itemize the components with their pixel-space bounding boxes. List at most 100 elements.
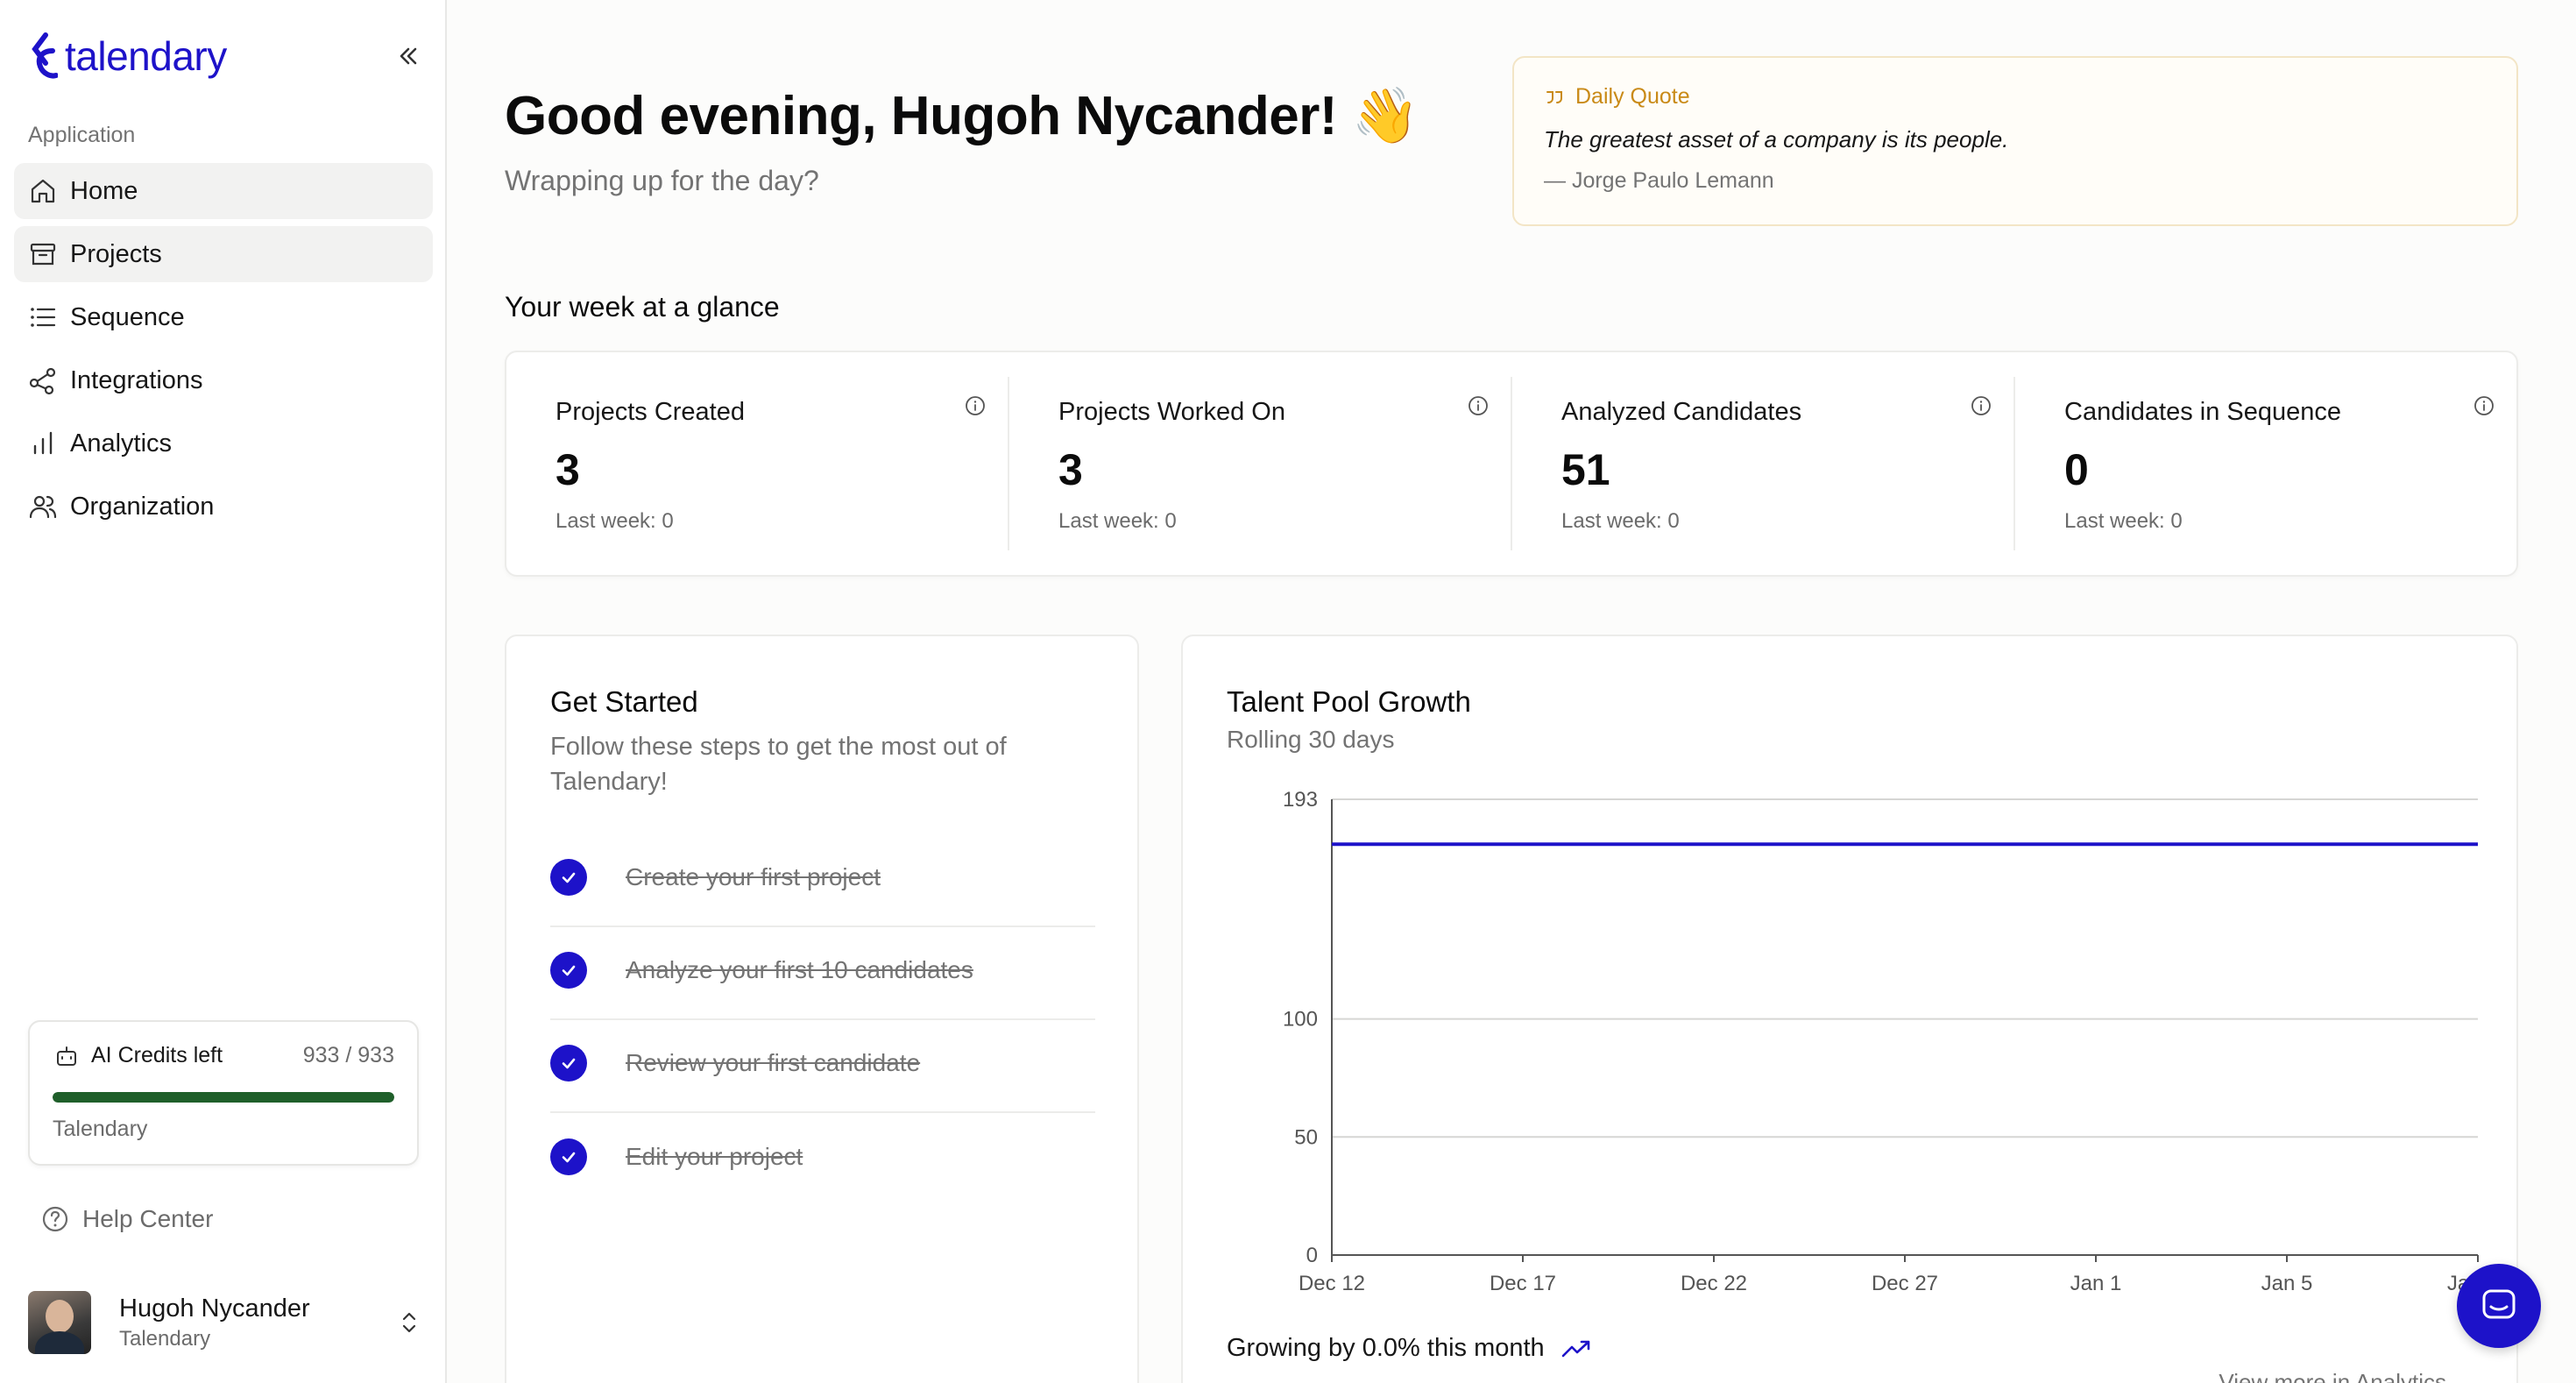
chart-x-tick-label: Jan 1 xyxy=(2070,1272,2122,1295)
list-item[interactable]: Edit your project xyxy=(550,1113,1095,1206)
stat-title: Analyzed Candidates xyxy=(1561,398,1802,426)
list-item[interactable]: Create your first project xyxy=(550,834,1095,927)
quote-icon xyxy=(1546,90,1562,103)
stat-projects-created: Projects Created 3 Last week: 0 xyxy=(506,377,1009,550)
info-icon[interactable] xyxy=(964,394,987,417)
stat-last-week: Last week: 0 xyxy=(1058,509,1177,533)
sidebar: talendary Application Home Projects Sequ… xyxy=(0,0,447,1383)
ai-credits-label: AI Credits left xyxy=(91,1043,223,1067)
sidebar-item-projects[interactable]: Projects xyxy=(14,226,433,282)
stat-last-week: Last week: 0 xyxy=(556,509,674,533)
sidebar-item-analytics[interactable]: Analytics xyxy=(14,415,433,472)
users-icon xyxy=(29,495,57,519)
ai-credits-org: Talendary xyxy=(53,1117,148,1141)
chat-support-button[interactable] xyxy=(2457,1264,2541,1348)
daily-quote-text: The greatest asset of a company is its p… xyxy=(1544,126,2009,152)
daily-quote-header: Daily Quote xyxy=(1544,84,1690,110)
step-label: Review your first candidate xyxy=(626,1049,921,1076)
daily-quote-card: Daily Quote The greatest asset of a comp… xyxy=(1512,56,2518,226)
daily-quote-author: — Jorge Paulo Lemann xyxy=(1544,168,1774,193)
stat-value: 3 xyxy=(1058,445,1083,494)
bar-chart-icon xyxy=(33,431,53,455)
chart-y-tick-label: 0 xyxy=(1306,1244,1318,1267)
daily-quote-label: Daily Quote xyxy=(1575,84,1690,109)
get-started-title: Get Started xyxy=(550,685,698,718)
trending-up-icon xyxy=(1561,1340,1589,1357)
sidebar-item-label: Home xyxy=(70,176,138,205)
stat-value: 51 xyxy=(1561,445,1610,494)
stat-last-week: Last week: 0 xyxy=(1561,509,1680,533)
check-circle-icon xyxy=(550,859,587,896)
stat-title: Projects Worked On xyxy=(1058,398,1285,426)
sidebar-item-home[interactable]: Home xyxy=(14,163,433,219)
info-icon[interactable] xyxy=(1970,394,1992,417)
user-org: Talendary xyxy=(119,1326,211,1351)
list-item[interactable]: Analyze your first 10 candidates xyxy=(550,927,1095,1020)
sidebar-section-label: Application xyxy=(28,123,136,147)
robot-icon xyxy=(57,1046,76,1066)
avatar xyxy=(28,1291,91,1354)
chat-icon xyxy=(2482,1289,2516,1319)
ai-credits-header: AI Credits left 933 / 933 xyxy=(54,1043,394,1068)
get-started-card: Get Started Follow these steps to get th… xyxy=(505,635,1139,1383)
sidebar-nav: Home Projects Sequence Integrations Anal… xyxy=(14,163,433,542)
ai-credits-progress xyxy=(53,1092,394,1103)
home-icon xyxy=(31,179,55,203)
stat-candidates-in-sequence: Candidates in Sequence 0 Last week: 0 xyxy=(2015,377,2516,550)
check-circle-icon xyxy=(550,1045,587,1082)
week-stats-card: Projects Created 3 Last week: 0 Projects… xyxy=(505,351,2518,577)
talent-pool-growth-chart: 0 50 100 193 Dec 12 Dec 17 Dec 22 Dec 27 Jan 1 Ja… xyxy=(1283,788,2509,1295)
share-nodes-icon xyxy=(29,367,56,395)
help-center-link[interactable]: Help Center xyxy=(40,1204,213,1234)
talent-pool-growth-card: Talent Pool Growth Rolling 30 days 0 50 10… xyxy=(1181,635,2518,1383)
sidebar-item-label: Analytics xyxy=(70,429,173,457)
sidebar-item-sequence[interactable]: Sequence xyxy=(14,289,433,345)
chart-y-tick-label: 50 xyxy=(1294,1125,1318,1149)
chart-y-tick-label: 100 xyxy=(1283,1008,1318,1032)
sidebar-item-integrations[interactable]: Integrations xyxy=(14,352,433,408)
ai-credits-card[interactable]: AI Credits left 933 / 933 Talendary xyxy=(28,1020,419,1166)
stat-projects-worked-on: Projects Worked On 3 Last week: 0 xyxy=(1009,377,1512,550)
week-section-title: Your week at a glance xyxy=(505,291,780,323)
sidebar-item-label: Integrations xyxy=(70,365,203,394)
step-label: Create your first project xyxy=(626,863,881,890)
sidebar-item-organization[interactable]: Organization xyxy=(14,479,433,535)
chevron-up-down-icon[interactable] xyxy=(396,1309,422,1336)
stat-last-week: Last week: 0 xyxy=(2064,509,2183,533)
stat-title: Candidates in Sequence xyxy=(2064,398,2342,426)
page-subtitle: Wrapping up for the day? xyxy=(505,165,819,196)
chart-x-tick-label: Dec 17 xyxy=(1490,1272,1556,1295)
ai-credits-count: 933 / 933 xyxy=(302,1043,394,1067)
archive-box-icon xyxy=(30,243,56,266)
growth-footer-text: Growing by 0.0% this month xyxy=(1227,1334,1545,1362)
user-name: Hugoh Nycander xyxy=(119,1294,310,1323)
collapse-sidebar-icon[interactable] xyxy=(391,39,426,74)
info-icon[interactable] xyxy=(1467,394,1490,417)
sidebar-item-label: Sequence xyxy=(70,302,185,331)
step-label: Edit your project xyxy=(626,1143,803,1170)
list-icon xyxy=(31,308,56,327)
chart-x-tick-label: Jan 5 xyxy=(2261,1272,2313,1295)
check-circle-icon xyxy=(550,1138,587,1175)
page-title: Good evening, Hugoh Nycander! 👋 xyxy=(505,86,1419,146)
list-item[interactable]: Review your first candidate xyxy=(550,1020,1095,1113)
view-more-analytics-link[interactable]: View more in Analytics xyxy=(2219,1369,2446,1383)
brand-logo[interactable]: talendary xyxy=(26,32,227,81)
question-circle-icon xyxy=(42,1206,68,1232)
talendary-logo-icon xyxy=(32,32,58,79)
info-icon[interactable] xyxy=(2473,394,2495,417)
sidebar-item-label: Organization xyxy=(70,492,215,521)
get-started-subtitle: Follow these steps to get the most out o… xyxy=(550,733,1007,796)
chart-x-tick-label: Dec 12 xyxy=(1299,1272,1365,1295)
check-circle-icon xyxy=(550,952,587,989)
user-menu[interactable]: Hugoh Nycander Talendary xyxy=(28,1290,422,1355)
stat-title: Projects Created xyxy=(556,398,745,426)
sidebar-item-label: Projects xyxy=(70,239,162,268)
growth-footer: Growing by 0.0% this month xyxy=(1227,1334,1592,1363)
chart-x-tick-label: Dec 22 xyxy=(1681,1272,1747,1295)
step-label: Analyze your first 10 candidates xyxy=(626,956,973,983)
get-started-steps: Create your first project Analyze your f… xyxy=(550,834,1095,1206)
chart-y-tick-label: 193 xyxy=(1283,788,1318,812)
brand-name: talendary xyxy=(65,33,227,79)
ai-credits-progress-fill xyxy=(53,1092,394,1103)
